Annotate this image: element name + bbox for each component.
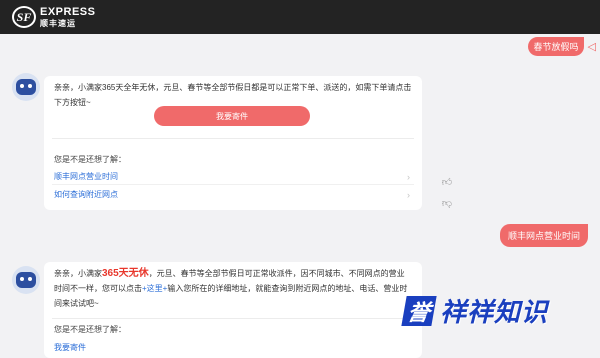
speaker-icon[interactable]: ◁ <box>588 40 596 53</box>
bot-message-card-2: 亲亲，小满家365天无休，元旦、春节等全部节假日可正常收派件，因不同城市、不同网… <box>44 262 422 358</box>
suggestion-prompt: 您是不是还想了解： <box>54 155 126 164</box>
bot-avatar <box>12 73 40 101</box>
chevron-right-icon: › <box>407 189 410 200</box>
suggestion-link-send[interactable]: 我要寄件 <box>54 342 410 353</box>
suggestion-link-hours[interactable]: 顺丰网点营业时间 › <box>54 171 410 182</box>
chevron-right-icon: › <box>407 171 410 182</box>
divider <box>52 318 414 319</box>
watermark-text: 祥祥知识 <box>440 297 549 327</box>
send-package-button[interactable]: 我要寄件 <box>154 106 310 126</box>
sf-express-logo: SF EXPRESS 顺丰速运 <box>12 6 95 28</box>
logo-cn-text: 顺丰速运 <box>40 18 76 28</box>
logo-mark: SF <box>12 6 36 28</box>
watermark: 誉 祥祥知识 <box>401 292 549 329</box>
divider <box>52 138 414 139</box>
bot-message-2-text: 亲亲，小满家365天无休，元旦、春节等全部节假日可正常收派件，因不同城市、不同网… <box>54 268 408 308</box>
watermark-badge: 誉 <box>401 295 437 326</box>
bot-avatar <box>12 266 40 294</box>
user-message-2: 顺丰网点营业时间 <box>500 224 588 247</box>
highlight-text: 365天无休 <box>102 268 149 279</box>
suggestion-link-nearby[interactable]: 如何查询附近网点 › <box>54 189 410 200</box>
user-message-1: 春节放假吗 <box>528 37 584 56</box>
inline-link-here[interactable]: +这里+ <box>142 284 167 293</box>
thumbs-up-icon[interactable]: 👍︎ <box>441 176 453 188</box>
logo-en-text: EXPRESS <box>40 5 96 18</box>
suggestion-prompt: 您是不是还想了解： <box>54 325 126 334</box>
bot-message-card-1: 亲亲，小满家365天全年无休，元旦、春节等全部节假日都是可以正常下单、派送的，如… <box>44 76 422 210</box>
thumbs-down-icon[interactable]: 👎︎ <box>441 197 453 209</box>
top-bar: SF EXPRESS 顺丰速运 <box>0 0 600 34</box>
